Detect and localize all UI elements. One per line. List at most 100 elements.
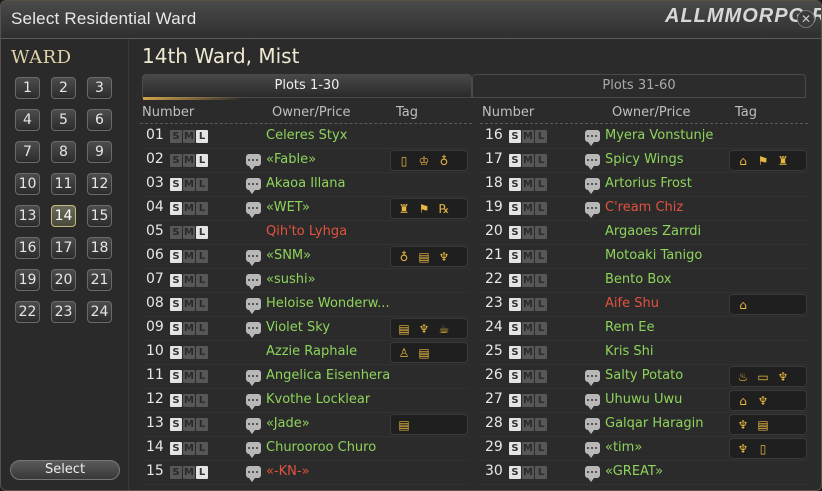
size-l-badge: L [196, 250, 208, 263]
tab-plots-1-30[interactable]: Plots 1-30 [142, 74, 472, 100]
plot-row-20[interactable]: 20 S M L Argaoes Zarrdi [479, 221, 809, 245]
plot-row-18[interactable]: 18 S M L Artorius Frost [479, 173, 809, 197]
ward-button-17[interactable]: 17 [51, 237, 76, 259]
plot-row-13[interactable]: 13 S M L «Jade» ▤ [140, 413, 470, 437]
plot-row-29[interactable]: 29 S M L «tim» ♆ ▯ [479, 437, 809, 461]
size-s-badge: S [170, 442, 182, 455]
door-icon: ▯ [400, 153, 408, 168]
ward-button-14[interactable]: 14 [51, 205, 76, 227]
size-l-badge: L [196, 466, 208, 479]
ward-button-7[interactable]: 7 [15, 141, 40, 163]
ward-button-4[interactable]: 4 [15, 109, 40, 131]
plot-list-right: 16 S M L Myera Vonstunje 17 S M L Spicy Wings ⌂ ⚑ ♜ 1… [479, 125, 809, 485]
plot-owner: «-KN-» [266, 464, 310, 479]
plot-owner: Churooroo Churo [266, 440, 377, 455]
size-m-badge: M [522, 274, 534, 287]
plot-row-04[interactable]: 04 S M L «WET» ♜ ⚑ ℞ [140, 197, 470, 221]
size-s-badge: S [509, 274, 521, 287]
plot-row-25[interactable]: 25 S M L Kris Shi [479, 341, 809, 365]
plot-row-03[interactable]: 03 S M L Akaoa Illana [140, 173, 470, 197]
plot-owner: Kris Shi [605, 344, 654, 359]
plot-row-06[interactable]: 06 S M L «SNM» ♁ ▤ ♆ [140, 245, 470, 269]
plot-row-19[interactable]: 19 S M L C'ream Chiz [479, 197, 809, 221]
size-s-badge: S [170, 250, 182, 263]
size-m-badge: M [183, 250, 195, 263]
plot-size-indicator: SML [170, 394, 208, 407]
plot-size-indicator: SML [170, 370, 208, 383]
plot-number: 10 [146, 343, 164, 359]
size-s-badge: S [170, 202, 182, 215]
ward-button-21[interactable]: 21 [87, 269, 112, 291]
ward-button-16[interactable]: 16 [15, 237, 40, 259]
plot-size-indicator: SML [170, 298, 208, 311]
ward-button-22[interactable]: 22 [15, 301, 40, 323]
size-m-badge: M [522, 154, 534, 167]
ward-button-8[interactable]: 8 [51, 141, 76, 163]
plot-row-09[interactable]: 09 S M L Violet Sky ▤ ♆ ☕ [140, 317, 470, 341]
ward-button-23[interactable]: 23 [51, 301, 76, 323]
plot-row-24[interactable]: 24 S M L Rem Ee [479, 317, 809, 341]
plot-row-21[interactable]: 21 S M L Motoaki Tanigo [479, 245, 809, 269]
plot-owner: «SNM» [266, 248, 312, 263]
plot-number: 02 [146, 151, 164, 167]
plot-row-05[interactable]: 05 S M L Qih'to Lyhga [140, 221, 470, 245]
plot-row-26[interactable]: 26 S M L Salty Potato ♨ ▭ ♆ [479, 365, 809, 389]
chat-bubble-icon [246, 442, 261, 458]
plot-row-14[interactable]: 14 S M L Churooroo Churo [140, 437, 470, 461]
plot-size-indicator: SML [509, 130, 547, 143]
plot-row-28[interactable]: 28 S M L Galqar Haragin ♆ ▤ [479, 413, 809, 437]
plot-row-02[interactable]: 02 S M L «Fable» ▯ ♔ ♁ [140, 149, 470, 173]
tab-plots-31-60[interactable]: Plots 31-60 [472, 74, 806, 98]
chat-bubble-icon [585, 178, 600, 194]
plot-tags: ♆ ▯ [729, 438, 807, 459]
ward-button-9[interactable]: 9 [87, 141, 112, 163]
title-bar[interactable]: Select Residential Ward ALLMMORPG.RU ✕ [1, 1, 821, 39]
plot-tags: ♆ ▤ [729, 414, 807, 435]
plot-number: 09 [146, 319, 164, 335]
plot-row-15[interactable]: 15 S M L «-KN-» [140, 461, 470, 485]
size-s-badge: S [509, 322, 521, 335]
size-l-badge: L [196, 154, 208, 167]
bottle-icon: ♜ [398, 201, 410, 216]
plot-row-11[interactable]: 11 S M L Angelica Eisenhera [140, 365, 470, 389]
plot-row-23[interactable]: 23 S M L Aife Shu ⌂ [479, 293, 809, 317]
ward-button-10[interactable]: 10 [15, 173, 40, 195]
ward-button-13[interactable]: 13 [15, 205, 40, 227]
ward-button-3[interactable]: 3 [87, 77, 112, 99]
plot-row-17[interactable]: 17 S M L Spicy Wings ⌂ ⚑ ♜ [479, 149, 809, 173]
plot-number: 15 [146, 463, 164, 479]
plot-owner: Rem Ee [605, 320, 655, 335]
plot-owner: Motoaki Tanigo [605, 248, 703, 263]
ward-button-6[interactable]: 6 [87, 109, 112, 131]
plot-row-30[interactable]: 30 S M L «GREAT» [479, 461, 809, 485]
plot-row-10[interactable]: 10 S M L Azzie Raphale ♙ ▤ [140, 341, 470, 365]
ward-button-2[interactable]: 2 [51, 77, 76, 99]
plot-row-08[interactable]: 08 S M L Heloise Wonderw... [140, 293, 470, 317]
plot-number: 18 [485, 175, 503, 191]
ward-button-24[interactable]: 24 [87, 301, 112, 323]
size-l-badge: L [535, 226, 547, 239]
plot-row-07[interactable]: 07 S M L «sushi» [140, 269, 470, 293]
chat-bubble-icon [585, 154, 600, 170]
plot-row-12[interactable]: 12 S M L Kvothe Locklear [140, 389, 470, 413]
plot-row-27[interactable]: 27 S M L Uhuwu Uwu ⌂ ♆ [479, 389, 809, 413]
close-button[interactable]: ✕ [797, 10, 815, 28]
ward-button-15[interactable]: 15 [87, 205, 112, 227]
ward-button-1[interactable]: 1 [15, 77, 40, 99]
select-button[interactable]: Select [10, 460, 120, 480]
size-l-badge: L [535, 130, 547, 143]
ward-button-11[interactable]: 11 [51, 173, 76, 195]
ward-button-5[interactable]: 5 [51, 109, 76, 131]
plot-row-16[interactable]: 16 S M L Myera Vonstunje [479, 125, 809, 149]
ward-button-20[interactable]: 20 [51, 269, 76, 291]
ward-heading: WARD [11, 47, 72, 68]
bottle-icon: ♜ [777, 153, 789, 168]
ward-button-18[interactable]: 18 [87, 237, 112, 259]
chat-bubble-icon [585, 130, 600, 146]
ward-title: 14th Ward, Mist [142, 44, 300, 68]
plot-number: 24 [485, 319, 503, 335]
plot-row-01[interactable]: 01 S M L Celeres Styx [140, 125, 470, 149]
ward-button-12[interactable]: 12 [87, 173, 112, 195]
ward-button-19[interactable]: 19 [15, 269, 40, 291]
plot-row-22[interactable]: 22 S M L Bento Box [479, 269, 809, 293]
